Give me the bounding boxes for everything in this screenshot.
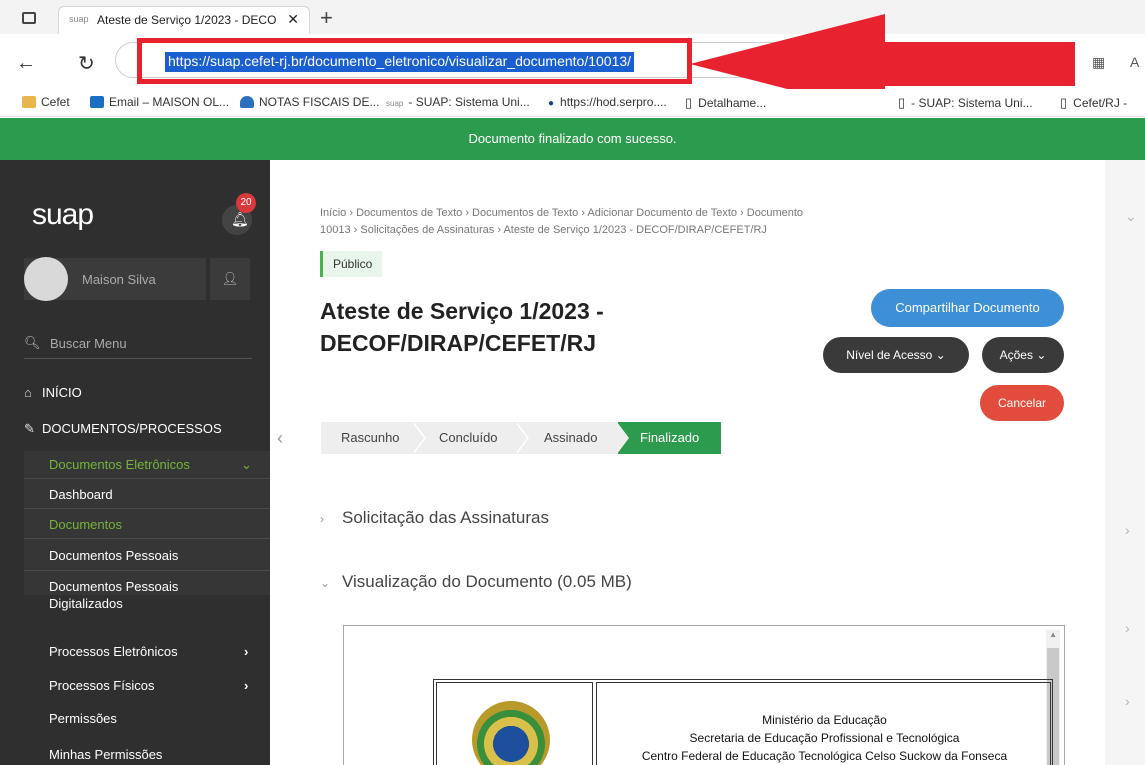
bookmark-item[interactable]: ▯ Cefet/RJ - (1060, 95, 1127, 111)
chevron-right-icon: › (244, 678, 249, 693)
collapse-sidebar-icon[interactable]: ‹ (277, 428, 283, 449)
chevron-right-icon[interactable]: › (1125, 693, 1130, 709)
suap-icon: suap (386, 99, 404, 108)
step-finalizado: Finalizado (618, 422, 721, 454)
right-panel-strip (1105, 160, 1145, 765)
access-level-dropdown[interactable]: Nível de Acesso ⌄ (823, 337, 969, 373)
new-tab-icon[interactable]: + (320, 5, 333, 31)
bookmark-item[interactable]: NOTAS FISCAIS DE... (240, 95, 379, 109)
document-header-crest-cell (436, 682, 593, 765)
menu-search-label: Buscar Menu (50, 336, 127, 351)
user-menu-button[interactable]: 👤︎ (210, 258, 250, 300)
bookmark-item[interactable]: ▯ - SUAP: Sistema Uni... (898, 95, 1033, 111)
tab-favicon: suap (69, 14, 89, 24)
chevron-right-icon[interactable]: › (1125, 620, 1130, 636)
sidebar: suap 🔔︎ 20 Maison Silva 👤︎ 🔍︎ Buscar Men… (0, 160, 270, 765)
divider (24, 508, 270, 509)
cloud-icon (240, 96, 254, 108)
menu-item-permissoes[interactable]: Permissões (49, 711, 117, 726)
step-separator (515, 422, 527, 454)
home-icon: ⌂ (24, 385, 32, 400)
divider (24, 538, 270, 539)
document-header-line: Secretaria de Educação Profissional e Te… (689, 731, 960, 745)
chevron-right-icon: › (320, 512, 324, 526)
divider (24, 478, 270, 479)
scroll-up-icon[interactable]: ▲ (1049, 630, 1057, 639)
submenu-item-dashboard[interactable]: Dashboard (49, 487, 113, 502)
menu-item-processos-eletronicos[interactable]: Processos Eletrônicos › (49, 644, 248, 659)
tab-title: Ateste de Serviço 1/2023 - DECO (97, 13, 277, 27)
chevron-down-icon[interactable]: ⌄ (1125, 208, 1137, 225)
step-rascunho: Rascunho (321, 422, 413, 454)
bookmark-item[interactable]: suap - SUAP: Sistema Uni... (386, 95, 530, 109)
user-name: Maison Silva (82, 272, 156, 287)
suap-logo[interactable]: suap (32, 198, 94, 232)
globe-icon: ● (548, 98, 555, 109)
chevron-right-icon: › (244, 644, 249, 659)
submenu-item-documentos-pessoais-digitalizados[interactable]: Documentos Pessoais Digitalizados (49, 578, 178, 612)
browser-tab[interactable]: suap Ateste de Serviço 1/2023 - DECO ✕ (58, 6, 310, 34)
avatar (24, 257, 68, 301)
menu-search[interactable]: 🔍︎ Buscar Menu (24, 335, 252, 359)
page-icon: ▯ (898, 95, 906, 110)
step-assinado: Assinado (516, 422, 618, 454)
document-header-line: Centro Federal de Educação Tecnológica C… (641, 749, 1008, 763)
bookmark-item[interactable]: ▯ Detalhame... (685, 95, 766, 111)
notification-count-badge: 20 (236, 193, 256, 213)
page-icon: ▯ (685, 95, 693, 110)
actions-dropdown[interactable]: Ações ⌄ (982, 337, 1064, 373)
chevron-down-icon: ⌄ (1036, 348, 1047, 362)
read-aloud-icon[interactable]: A (1130, 54, 1139, 70)
close-tab-icon[interactable]: ✕ (287, 11, 299, 28)
bookmark-item[interactable]: ● https://hod.serpro.... (548, 95, 667, 109)
document-header-line: Ministério da Educação (762, 713, 887, 727)
tab-actions-icon[interactable] (22, 12, 36, 24)
back-arrow-icon[interactable]: ← (16, 52, 36, 75)
section-solicitacao-assinaturas[interactable]: › Solicitação das Assinaturas (320, 508, 549, 528)
document-preview[interactable]: ▲ Ministério da Educação Secretaria de E… (343, 625, 1065, 765)
menu-item-processos-fisicos[interactable]: Processos Físicos › (49, 678, 248, 693)
page-icon: ▯ (1060, 95, 1068, 110)
step-separator (617, 422, 629, 454)
chevron-down-icon: ⌄ (320, 576, 331, 590)
bookmark-item[interactable]: Email – MAISON OL... (90, 95, 229, 109)
chevron-down-icon: ⌄ (241, 457, 252, 472)
breadcrumb-line[interactable]: Início › Documentos de Texto › Documento… (320, 205, 970, 222)
success-banner: Documento finalizado com sucesso. (0, 118, 1145, 160)
document-header-table: Ministério da Educação Secretaria de Edu… (433, 679, 1053, 765)
brazil-coat-of-arms-icon (472, 701, 550, 765)
search-icon: 🔍︎ (24, 335, 41, 350)
outlook-icon (90, 96, 104, 108)
folder-icon (22, 96, 36, 108)
submenu-item-documentos-pessoais[interactable]: Documentos Pessoais (49, 548, 178, 563)
qr-code-icon[interactable]: ▦ (1092, 54, 1105, 71)
share-document-button[interactable]: Compartilhar Documento (871, 289, 1064, 327)
document-edit-icon: ✎ (24, 421, 35, 436)
menu-item-minhas-permissoes[interactable]: Minhas Permissões (49, 747, 162, 762)
status-steps: Rascunho Concluído Assinado Finalizado (321, 422, 721, 454)
section-visualizacao-documento[interactable]: ⌄ Visualização do Documento (0.05 MB) (320, 572, 632, 592)
bookmark-item[interactable]: Cefet (22, 95, 70, 109)
chevron-right-icon[interactable]: › (1125, 522, 1130, 538)
step-concluido: Concluído (413, 422, 516, 454)
page-title: Ateste de Serviço 1/2023 - DECOF/DIRAP/C… (320, 298, 604, 356)
step-separator (412, 422, 424, 454)
user-icon: 👤︎ (221, 271, 239, 286)
bookmarks-bar: Cefet Email – MAISON OL... NOTAS FISCAIS… (0, 89, 1145, 117)
menu-item-documentos-processos[interactable]: ✎ DOCUMENTOS/PROCESSOS (24, 421, 222, 437)
breadcrumb-line[interactable]: 10013 › Solicitações de Assinaturas › At… (320, 222, 970, 239)
breadcrumb[interactable]: Início › Documentos de Texto › Documento… (320, 205, 970, 239)
url-highlight-annotation (137, 38, 692, 84)
cancel-button[interactable]: Cancelar (980, 385, 1064, 421)
menu-item-inicio[interactable]: ⌂ INÍCIO (24, 385, 82, 400)
bell-icon: 🔔︎ (231, 211, 249, 227)
document-header-text-cell: Ministério da Educação Secretaria de Edu… (596, 682, 1051, 765)
access-level-badge: Público (320, 251, 383, 277)
reload-icon[interactable]: ↻ (78, 51, 95, 76)
submenu-item-documentos[interactable]: Documentos (49, 517, 122, 532)
divider (24, 570, 270, 571)
chevron-down-icon: ⌄ (935, 348, 946, 362)
submenu-header-documentos-eletronicos[interactable]: Documentos Eletrônicos ⌄ (49, 457, 252, 472)
